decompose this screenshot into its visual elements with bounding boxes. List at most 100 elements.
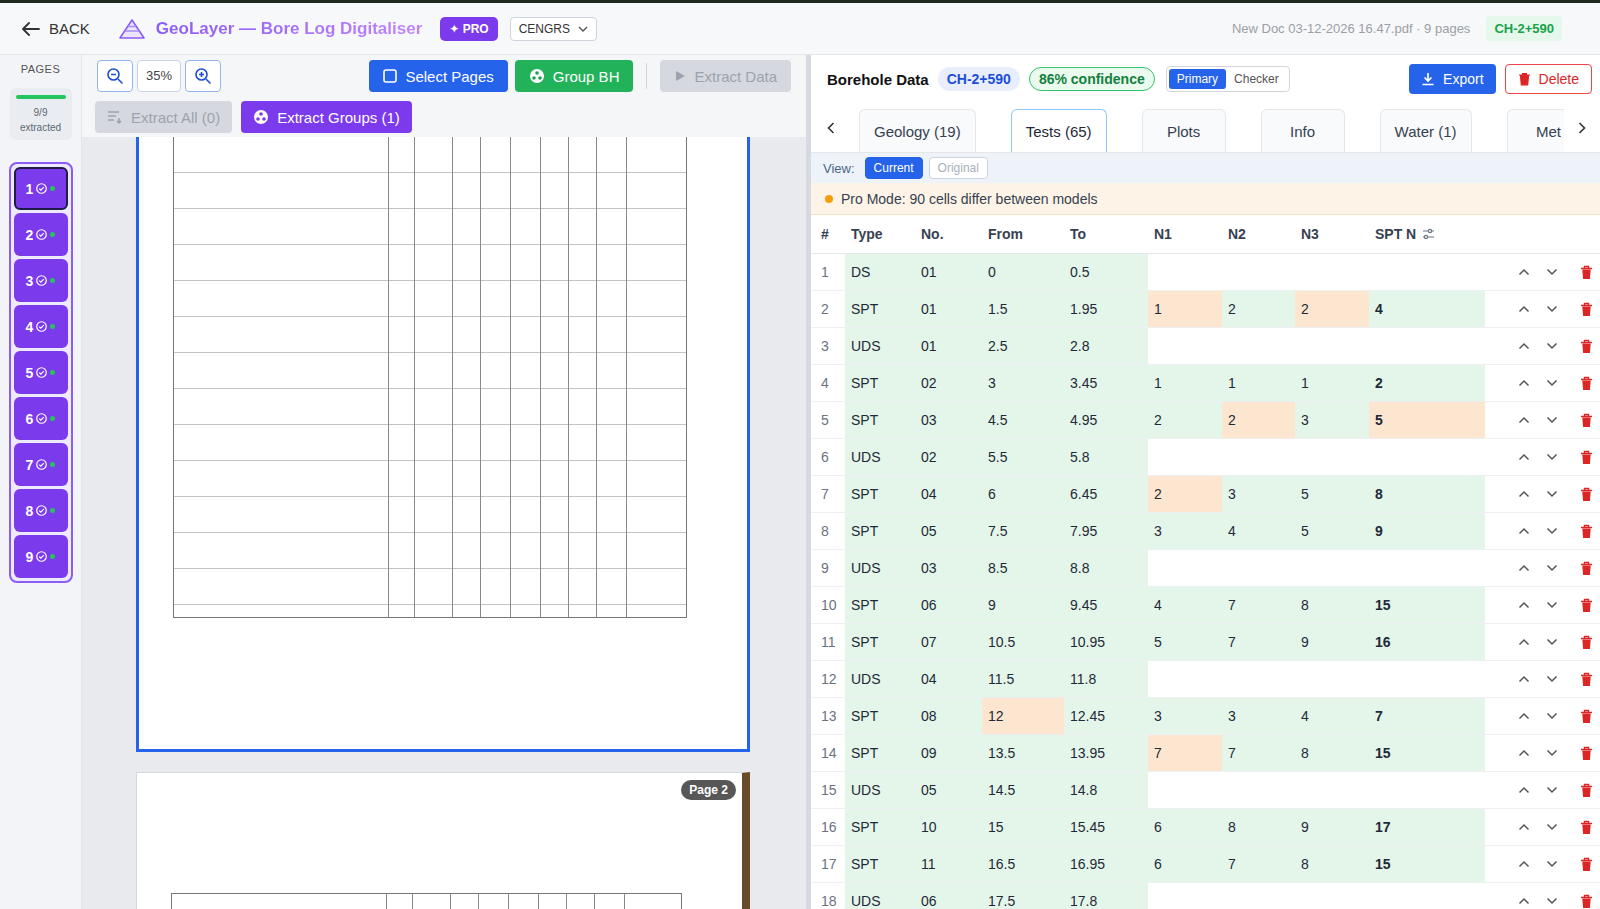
extract-data-button[interactable]: Extract Data [660, 60, 791, 92]
table-row[interactable]: 18UDS0617.517.8 [811, 883, 1600, 909]
scanned-page[interactable] [136, 137, 750, 752]
table-cell[interactable] [1369, 772, 1485, 808]
tab[interactable]: Info [1261, 109, 1345, 152]
table-cell[interactable]: SPT [845, 809, 915, 845]
table-cell[interactable]: SPT [845, 476, 915, 512]
table-cell[interactable] [1222, 254, 1295, 290]
table-row[interactable]: 3UDS012.52.8 [811, 328, 1600, 365]
table-cell[interactable]: 03 [915, 402, 982, 438]
table-cell[interactable] [1148, 883, 1222, 909]
page-item[interactable]: 3 [14, 259, 68, 302]
table-cell[interactable]: DS [845, 254, 915, 290]
table-cell[interactable]: 02 [915, 365, 982, 401]
table-row[interactable]: 4SPT0233.451112 [811, 365, 1600, 402]
table-cell[interactable]: 6 [811, 439, 845, 475]
table-cell[interactable] [1295, 439, 1369, 475]
scanned-page[interactable]: Page 2 [136, 772, 750, 909]
zoom-in-button[interactable] [185, 60, 221, 92]
trash-icon[interactable] [1580, 561, 1593, 576]
table-cell[interactable]: SPT [845, 624, 915, 660]
table-cell[interactable]: 2 [1148, 402, 1222, 438]
trash-icon[interactable] [1580, 820, 1593, 835]
column-header[interactable]: Type [845, 215, 915, 253]
table-cell[interactable] [1369, 328, 1485, 364]
move-down-icon[interactable] [1546, 305, 1558, 313]
table-cell[interactable] [1148, 661, 1222, 697]
table-cell[interactable]: 14 [811, 735, 845, 771]
table-row[interactable]: 13SPT081212.453347 [811, 698, 1600, 735]
table-cell[interactable]: UDS [845, 328, 915, 364]
table-cell[interactable]: 2 [811, 291, 845, 327]
view-option[interactable]: Current [865, 157, 923, 179]
move-up-icon[interactable] [1518, 342, 1530, 350]
table-cell[interactable]: 5 [1148, 624, 1222, 660]
table-cell[interactable]: 4.5 [982, 402, 1064, 438]
table-cell[interactable]: UDS [845, 883, 915, 909]
table-cell[interactable] [1369, 550, 1485, 586]
table-cell[interactable]: 5 [1295, 476, 1369, 512]
table-cell[interactable]: 8 [1295, 735, 1369, 771]
trash-icon[interactable] [1580, 783, 1593, 798]
table-cell[interactable]: 15 [1369, 846, 1485, 882]
table-cell[interactable]: 16 [1369, 624, 1485, 660]
table-cell[interactable]: 15 [982, 809, 1064, 845]
table-cell[interactable]: 17 [1369, 809, 1485, 845]
table-cell[interactable]: 11.5 [982, 661, 1064, 697]
tabs-next-button[interactable] [1564, 103, 1600, 152]
trash-icon[interactable] [1580, 709, 1593, 724]
table-cell[interactable]: 7 [1222, 624, 1295, 660]
table-cell[interactable]: 2 [1148, 476, 1222, 512]
extract-all-button[interactable]: Extract All (0) [95, 101, 232, 133]
table-cell[interactable]: SPT [845, 402, 915, 438]
move-up-icon[interactable] [1518, 490, 1530, 498]
move-down-icon[interactable] [1546, 823, 1558, 831]
move-up-icon[interactable] [1518, 749, 1530, 757]
table-cell[interactable]: 8.5 [982, 550, 1064, 586]
sliders-icon[interactable] [1422, 228, 1435, 240]
trash-icon[interactable] [1580, 635, 1593, 650]
table-cell[interactable] [1369, 439, 1485, 475]
move-down-icon[interactable] [1546, 897, 1558, 905]
table-cell[interactable]: 12.45 [1064, 698, 1148, 734]
table-cell[interactable]: 15 [1369, 587, 1485, 623]
table-cell[interactable]: 1 [1148, 365, 1222, 401]
table-row[interactable]: 12UDS0411.511.8 [811, 661, 1600, 698]
table-cell[interactable]: 6 [1148, 809, 1222, 845]
table-cell[interactable]: 4 [811, 365, 845, 401]
table-cell[interactable]: 9 [982, 587, 1064, 623]
table-cell[interactable] [1222, 772, 1295, 808]
group-bh-button[interactable]: Group BH [515, 60, 634, 92]
table-row[interactable]: 2SPT011.51.951224 [811, 291, 1600, 328]
trash-icon[interactable] [1580, 857, 1593, 872]
table-cell[interactable]: 08 [915, 698, 982, 734]
org-dropdown[interactable]: CENGRS [510, 17, 597, 41]
table-cell[interactable]: UDS [845, 661, 915, 697]
extract-groups-button[interactable]: Extract Groups (1) [241, 101, 412, 133]
table-cell[interactable] [1295, 328, 1369, 364]
table-cell[interactable]: 4 [1369, 291, 1485, 327]
table-cell[interactable]: 0.5 [1064, 254, 1148, 290]
table-row[interactable]: 17SPT1116.516.9567815 [811, 846, 1600, 883]
column-header[interactable]: SPT N [1369, 215, 1485, 253]
table-cell[interactable]: 16.95 [1064, 846, 1148, 882]
trash-icon[interactable] [1580, 413, 1593, 428]
tab[interactable]: Plots [1142, 109, 1226, 152]
move-down-icon[interactable] [1546, 342, 1558, 350]
table-cell[interactable]: SPT [845, 698, 915, 734]
table-cell[interactable]: 02 [915, 439, 982, 475]
move-down-icon[interactable] [1546, 712, 1558, 720]
move-down-icon[interactable] [1546, 786, 1558, 794]
table-cell[interactable]: 12 [982, 698, 1064, 734]
table-cell[interactable]: 2 [1295, 291, 1369, 327]
table-cell[interactable]: 9 [1295, 809, 1369, 845]
page-item[interactable]: 7 [14, 443, 68, 486]
table-row[interactable]: 5SPT034.54.952235 [811, 402, 1600, 439]
table-cell[interactable] [1148, 439, 1222, 475]
move-down-icon[interactable] [1546, 601, 1558, 609]
column-header[interactable]: To [1064, 215, 1148, 253]
table-cell[interactable]: 13.95 [1064, 735, 1148, 771]
trash-icon[interactable] [1580, 265, 1593, 280]
table-cell[interactable]: 11 [811, 624, 845, 660]
table-cell[interactable]: 5.5 [982, 439, 1064, 475]
page-item[interactable]: 5 [14, 351, 68, 394]
